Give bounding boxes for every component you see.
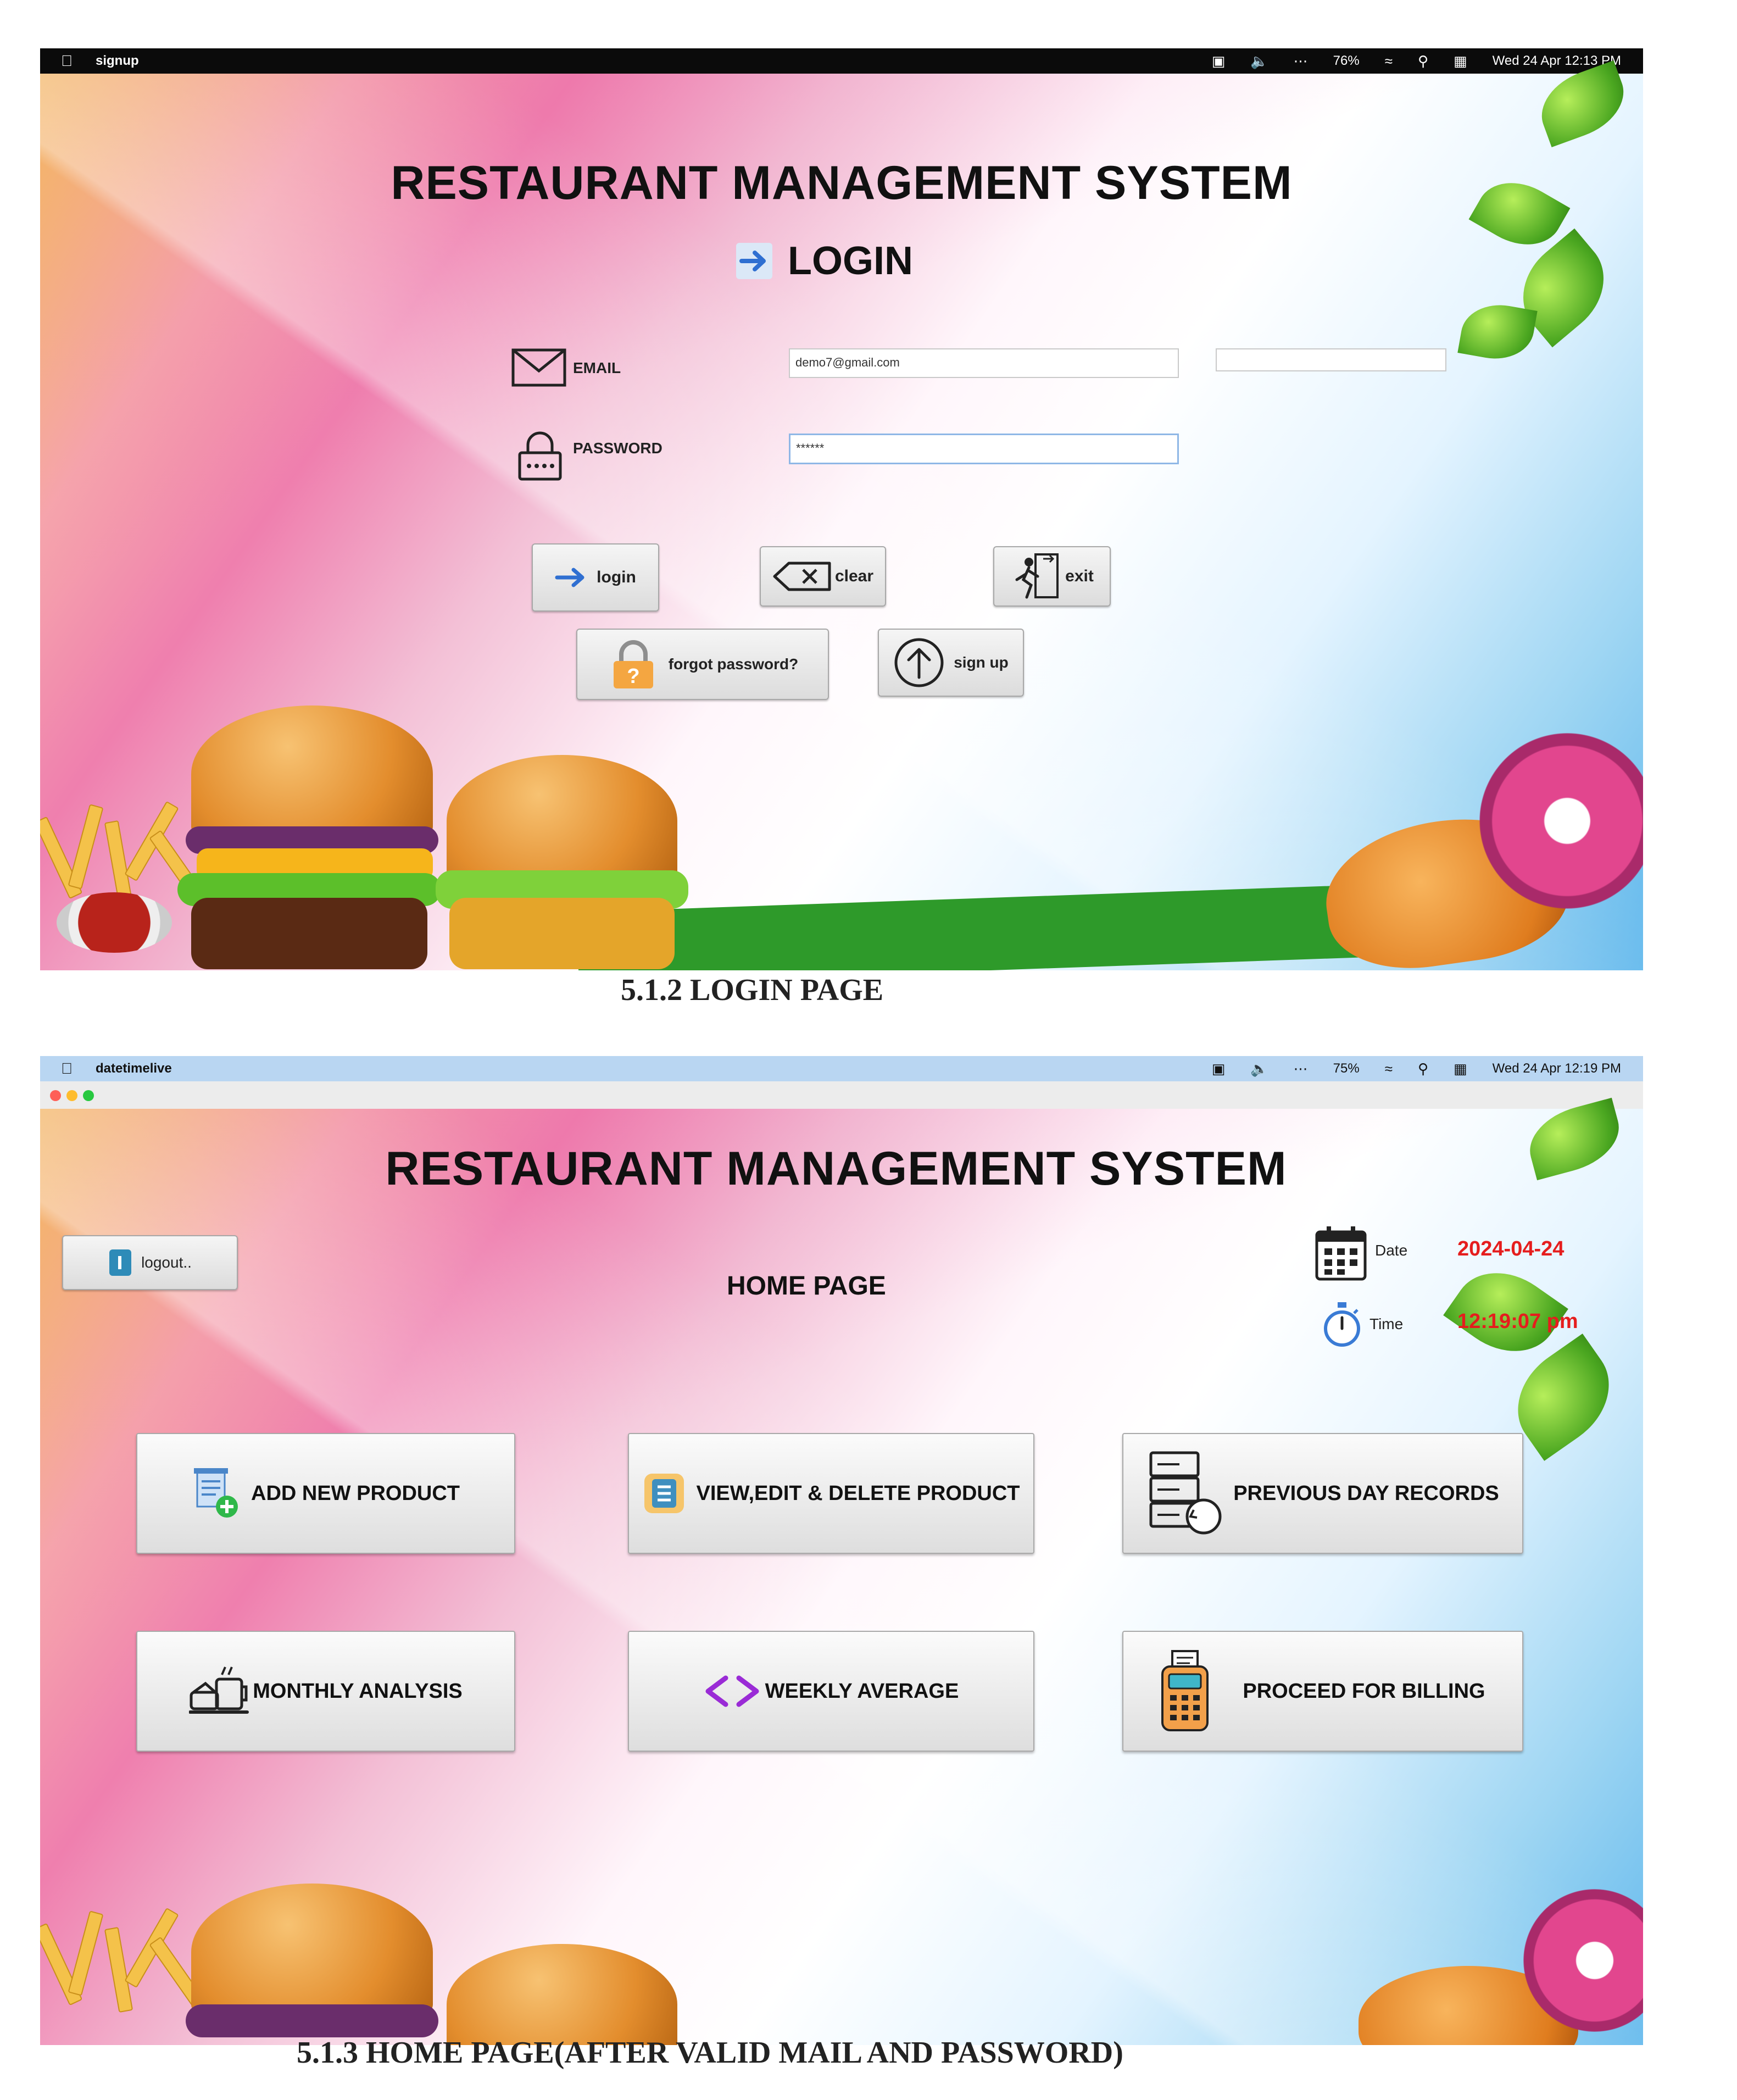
proceed-for-billing-button[interactable]: PROCEED FOR BILLING [1122,1631,1523,1752]
proceed-for-billing-label: PROCEED FOR BILLING [1243,1679,1485,1703]
calendar-icon [1315,1224,1367,1281]
sign-up-button[interactable]: sign up [878,629,1024,697]
coffee-cake-icon [189,1665,249,1718]
lock-question-icon: ? [607,638,660,691]
envelope-icon [511,348,566,387]
view-edit-delete-product-button[interactable]: VIEW,EDIT & DELETE PRODUCT [628,1433,1034,1554]
home-background: RESTAURANT MANAGEMENT SYSTEM logout.. HO… [40,1097,1643,2045]
minimize-window-icon[interactable] [66,1090,77,1101]
close-window-icon[interactable] [50,1090,61,1101]
display-icon[interactable]: ▣ [1212,53,1226,70]
spotlight-icon[interactable]: ⚲ [1418,1060,1428,1077]
lock-icon [517,431,563,481]
ground-decoration [578,883,1402,970]
weekly-average-button[interactable]: WEEKLY AVERAGE [628,1631,1034,1752]
clear-button-label: clear [834,567,874,585]
add-new-product-label: ADD NEW PRODUCT [251,1481,460,1505]
add-new-product-button[interactable]: ADD NEW PRODUCT [136,1433,515,1554]
logout-label: logout.. [141,1254,192,1271]
upload-arrow-icon [893,637,945,688]
login-background: RESTAURANT MANAGEMENT SYSTEM LOGIN EMAIL… [40,60,1643,970]
list-card-icon [642,1471,686,1515]
control-center-icon[interactable]: ▦ [1454,53,1467,70]
add-document-icon [192,1467,241,1520]
menu-bar:  datetimelive ▣ 🔈 ⋯ 75% ≈ ⚲ ▦ Wed 24 Ap… [40,1056,1643,1081]
arrow-right-icon [555,566,588,588]
menu-datetime[interactable]: Wed 24 Apr 12:19 PM [1493,1061,1621,1076]
database-history-icon [1146,1449,1223,1537]
sign-up-label: sign up [954,654,1009,671]
login-button-label: login [597,568,636,586]
login-button[interactable]: login [532,543,659,612]
login-heading-text: LOGIN [788,239,913,283]
display-icon[interactable]: ▣ [1212,1060,1226,1077]
control-center-icon[interactable]: ▦ [1454,1060,1467,1077]
password-field[interactable]: ****** [789,434,1179,464]
leaves-decoration [1445,60,1643,414]
login-heading: LOGIN [735,238,913,284]
exit-button-label: exit [1065,567,1094,585]
logout-icon [108,1248,132,1277]
apple-icon[interactable]:  [61,52,73,70]
menu-status-area: ▣ 🔈 ⋯ 76% ≈ ⚲ ▦ Wed 24 Apr 12:13 PM [1212,48,1621,74]
menu-status-area: ▣ 🔈 ⋯ 75% ≈ ⚲ ▦ Wed 24 Apr 12:19 PM [1212,1056,1621,1081]
app-title: RESTAURANT MANAGEMENT SYSTEM [391,157,1293,209]
home-caption: 5.1.3 HOME PAGE(AFTER VALID MAIL AND PAS… [297,2036,1123,2070]
app-title: RESTAURANT MANAGEMENT SYSTEM [385,1142,1287,1195]
weekly-average-label: WEEKLY AVERAGE [765,1679,959,1703]
menu-app-name[interactable]: datetimelive [96,1061,172,1076]
stopwatch-icon [1322,1301,1362,1348]
wifi-icon[interactable]: ≈ [1385,53,1393,70]
previous-day-records-button[interactable]: PREVIOUS DAY RECORDS [1122,1433,1523,1554]
arrow-right-icon [735,242,773,280]
clear-button[interactable]: clear [760,546,886,607]
spotlight-icon[interactable]: ⚲ [1418,53,1428,70]
date-label: Date [1375,1242,1408,1259]
exit-button[interactable]: exit [993,546,1111,607]
volume-icon[interactable]: 🔈 [1250,53,1268,70]
empty-field[interactable] [1216,348,1446,371]
previous-day-records-label: PREVIOUS DAY RECORDS [1233,1481,1499,1505]
monthly-analysis-button[interactable]: MONTHLY ANALYSIS [136,1631,515,1752]
window-title-bar[interactable] [40,1081,1643,1110]
battery-percent: 75% [1333,1061,1360,1076]
backspace-icon [772,561,833,592]
bluetooth-icon[interactable]: ⋯ [1294,53,1308,70]
code-brackets-icon [704,1675,761,1708]
logout-button[interactable]: logout.. [62,1235,238,1290]
email-field[interactable]: demo7@gmail.com [789,348,1179,378]
forgot-password-button[interactable]: ? forgot password? [576,629,829,700]
time-label: Time [1369,1315,1404,1332]
zoom-window-icon[interactable] [83,1090,94,1101]
bluetooth-icon[interactable]: ⋯ [1294,1060,1308,1077]
burger-decoration-2 [447,1944,677,2045]
email-label: EMAIL [573,359,621,376]
forgot-password-label: forgot password? [668,655,799,673]
card-terminal-icon [1160,1650,1210,1732]
monthly-analysis-label: MONTHLY ANALYSIS [253,1679,463,1703]
time-value: 12:19:07 pm [1457,1310,1578,1333]
wifi-icon[interactable]: ≈ [1385,1060,1393,1077]
date-value: 2024-04-24 [1457,1237,1565,1260]
menu-bar:  signup ▣ 🔈 ⋯ 76% ≈ ⚲ ▦ Wed 24 Apr 12:1… [40,48,1643,74]
page-heading: HOME PAGE [727,1271,886,1301]
password-label: PASSWORD [573,440,662,457]
svg-text:?: ? [627,665,639,688]
login-caption: 5.1.2 LOGIN PAGE [621,973,884,1007]
home-screenshot:  datetimelive ▣ 🔈 ⋯ 75% ≈ ⚲ ▦ Wed 24 Ap… [40,1056,1643,2045]
exit-door-icon [1010,551,1061,602]
view-edit-delete-label: VIEW,EDIT & DELETE PRODUCT [696,1481,1020,1505]
volume-icon[interactable]: 🔈 [1250,1060,1268,1077]
menu-app-name[interactable]: signup [96,53,139,69]
login-screenshot:  signup ▣ 🔈 ⋯ 76% ≈ ⚲ ▦ Wed 24 Apr 12:1… [40,48,1643,970]
apple-icon[interactable]:  [61,1060,73,1077]
battery-percent: 76% [1333,53,1360,68]
